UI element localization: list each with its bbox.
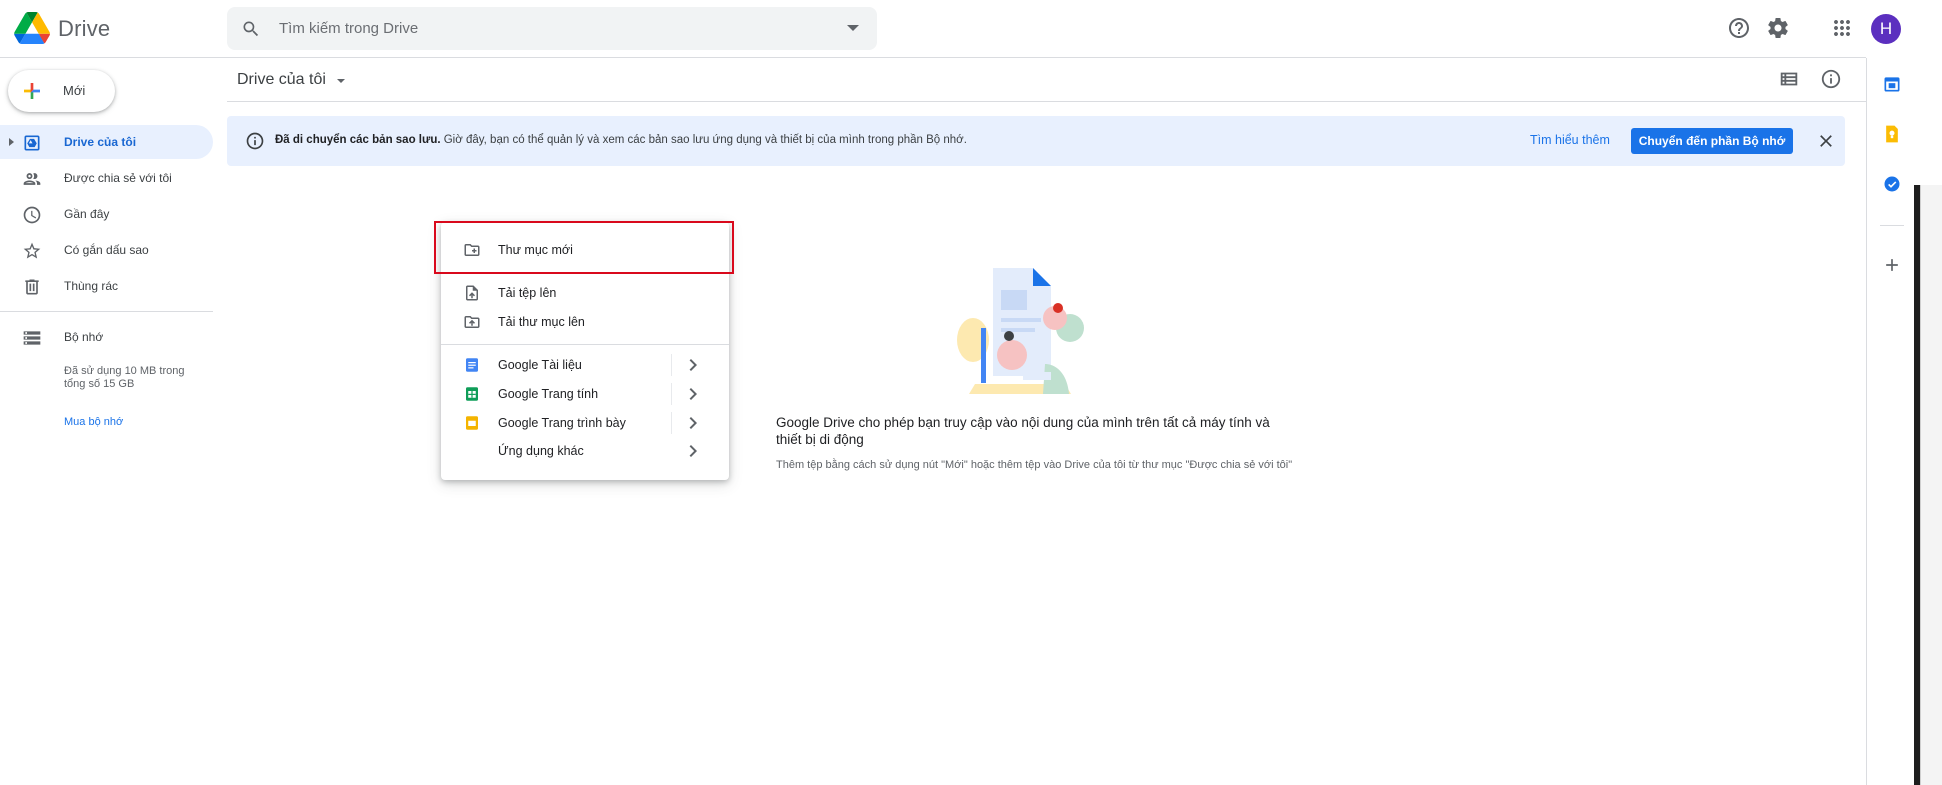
people-icon bbox=[23, 173, 41, 185]
sidebar-item-shared-with-me[interactable]: Được chia sẻ với tôi bbox=[0, 161, 213, 195]
banner-message: Đã di chuyển các bản sao lưu. Giờ đây, b… bbox=[275, 134, 967, 146]
apps-grid-icon[interactable] bbox=[1830, 16, 1854, 40]
tasks-icon[interactable] bbox=[1882, 174, 1902, 194]
empty-state-subtitle: Thêm tệp bằng cách sử dụng nút "Mới" hoặ… bbox=[776, 459, 1293, 471]
list-view-icon[interactable] bbox=[1778, 68, 1800, 90]
expand-triangle-icon[interactable] bbox=[9, 138, 14, 146]
plus-icon bbox=[24, 83, 40, 99]
rail-separator bbox=[1880, 225, 1904, 226]
star-icon bbox=[23, 242, 41, 259]
empty-drive-illustration-icon bbox=[957, 268, 1084, 394]
learn-more-link[interactable]: Tìm hiểu thêm bbox=[1530, 133, 1610, 147]
google-sheets-icon bbox=[466, 387, 478, 401]
menu-item-label: Google Trang tính bbox=[498, 387, 599, 401]
menu-item-upload-file[interactable]: Tải tệp lên bbox=[441, 279, 729, 307]
banner-message-text: Giờ đây, bạn có thể quản lý và xem các b… bbox=[440, 134, 967, 146]
sidebar-item-label: Có gắn dấu sao bbox=[64, 243, 149, 257]
info-icon[interactable] bbox=[1820, 68, 1842, 90]
search-options-caret-icon[interactable] bbox=[847, 25, 859, 31]
sidebar-item-label: Thùng rác bbox=[64, 279, 119, 293]
menu-item-google-slides[interactable]: Google Trang trình bày bbox=[441, 409, 729, 437]
new-button-label: Mới bbox=[63, 83, 86, 98]
banner-message-bold: Đã di chuyển các bản sao lưu. bbox=[275, 134, 441, 146]
new-button[interactable]: Mới bbox=[8, 70, 115, 112]
my-drive-icon bbox=[24, 135, 40, 151]
menu-vertical-separator bbox=[671, 412, 672, 434]
chevron-right-icon[interactable] bbox=[681, 382, 705, 406]
sidebar-item-starred[interactable]: Có gắn dấu sao bbox=[0, 233, 213, 267]
menu-item-upload-folder[interactable]: Tải thư mục lên bbox=[441, 308, 729, 336]
menu-vertical-separator bbox=[671, 354, 672, 376]
breadcrumb-caret-icon[interactable] bbox=[337, 79, 345, 83]
calendar-icon[interactable] bbox=[1882, 74, 1902, 94]
close-icon[interactable] bbox=[1816, 131, 1836, 151]
file-upload-icon bbox=[466, 285, 478, 301]
search-bar[interactable] bbox=[227, 7, 877, 50]
menu-item-label: Tải thư mục lên bbox=[498, 315, 585, 329]
sidebar-item-my-drive[interactable]: Drive của tôi bbox=[0, 125, 213, 159]
menu-item-google-sheets[interactable]: Google Trang tính bbox=[441, 380, 729, 408]
menu-item-more-apps[interactable]: Ứng dụng khác bbox=[441, 437, 729, 465]
sidebar-item-label: Bộ nhớ bbox=[64, 330, 104, 344]
buy-storage-link[interactable]: Mua bộ nhớ bbox=[64, 416, 123, 428]
empty-state-title: Google Drive cho phép bạn truy cập vào n… bbox=[776, 415, 1270, 447]
app-header: Drive H bbox=[0, 0, 1901, 58]
help-icon[interactable] bbox=[1727, 16, 1751, 40]
go-to-storage-button[interactable]: Chuyển đến phần Bộ nhớ bbox=[1631, 128, 1793, 154]
search-input[interactable] bbox=[279, 7, 819, 50]
search-icon[interactable] bbox=[241, 19, 261, 39]
chevron-right-icon[interactable] bbox=[681, 411, 705, 435]
sidebar-item-label: Gần đây bbox=[64, 207, 110, 221]
google-docs-icon bbox=[466, 358, 478, 372]
menu-separator bbox=[441, 344, 729, 345]
clock-icon bbox=[23, 206, 41, 224]
sidebar-item-storage[interactable]: Bộ nhớ bbox=[0, 320, 213, 354]
main-divider bbox=[227, 101, 1866, 102]
settings-gear-icon[interactable] bbox=[1766, 16, 1790, 40]
background-window-panel bbox=[1920, 185, 1942, 785]
account-avatar[interactable]: H bbox=[1871, 14, 1901, 44]
storage-usage-text: Đã sử dụng 10 MB trong tổng số 15 GB bbox=[64, 365, 185, 390]
drive-logo-icon[interactable] bbox=[14, 12, 50, 44]
new-folder-highlight-box bbox=[434, 221, 734, 274]
sidebar-divider bbox=[0, 311, 213, 312]
storage-icon bbox=[23, 331, 41, 345]
sidebar-item-label: Drive của tôi bbox=[64, 135, 137, 149]
brand-name: Drive bbox=[58, 16, 111, 41]
background-window-edge bbox=[1914, 0, 1942, 785]
menu-item-label: Tải tệp lên bbox=[498, 286, 557, 300]
menu-item-label: Ứng dụng khác bbox=[498, 444, 584, 458]
sidebar-item-recent[interactable]: Gần đây bbox=[0, 197, 213, 231]
chevron-right-icon[interactable] bbox=[681, 439, 705, 463]
sidebar-item-trash[interactable]: Thùng rác bbox=[0, 269, 213, 303]
info-icon bbox=[246, 132, 264, 150]
side-panel-divider bbox=[1866, 58, 1867, 785]
folder-upload-icon bbox=[464, 316, 480, 328]
backup-moved-banner: Đã di chuyển các bản sao lưu. Giờ đây, b… bbox=[227, 116, 1845, 166]
keep-icon[interactable] bbox=[1882, 124, 1902, 144]
chevron-right-icon[interactable] bbox=[681, 353, 705, 377]
breadcrumb-my-drive[interactable]: Drive của tôi bbox=[237, 71, 326, 89]
google-slides-icon bbox=[466, 416, 478, 430]
add-addon-plus-icon[interactable] bbox=[1882, 255, 1902, 275]
menu-item-google-docs[interactable]: Google Tài liệu bbox=[441, 351, 729, 379]
trash-icon bbox=[25, 279, 39, 295]
sidebar-item-label: Được chia sẻ với tôi bbox=[64, 171, 172, 185]
menu-item-label: Google Tài liệu bbox=[498, 358, 582, 372]
menu-vertical-separator bbox=[671, 383, 672, 405]
menu-item-label: Google Trang trình bày bbox=[498, 416, 626, 430]
